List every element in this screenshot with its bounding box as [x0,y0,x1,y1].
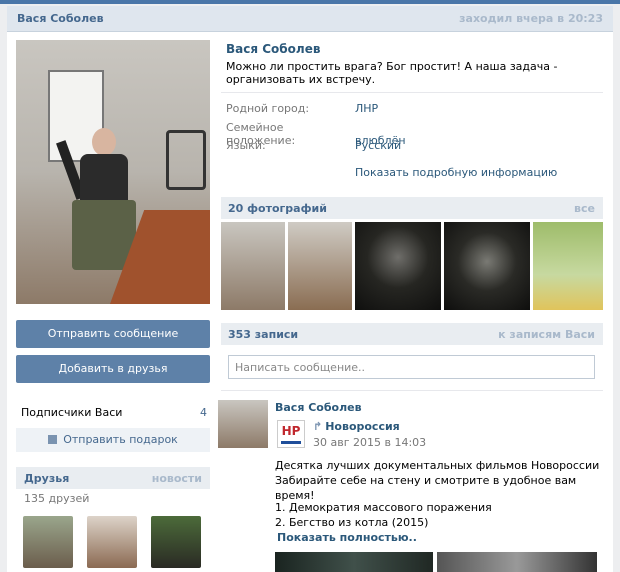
wall-owner-link[interactable]: к записям Васи [498,328,595,341]
post-author[interactable]: Вася Соболев [275,401,362,414]
show-more-info-link[interactable]: Показать подробную информацию [355,166,557,179]
post-text: Десятка лучших документальных фильмов Но… [275,458,600,503]
friend-avatar[interactable] [23,516,73,568]
last-seen: заходил вчера в 20:23 [459,12,603,25]
friend-avatar[interactable] [151,516,201,568]
send-gift-button[interactable]: Отправить подарок [16,428,210,452]
post-text-line: Забирайте себе на стену и смотрите в удо… [275,474,577,502]
divider [221,390,603,391]
friends-count: 135 друзей [24,492,90,505]
info-label: Родной город: [226,102,310,115]
followers-count: 4 [200,406,207,419]
wall-title[interactable]: 353 записи [228,328,298,341]
profile-name: Вася Соболев [226,42,321,56]
photo-thumbnail[interactable] [355,222,441,310]
photo-thumbnail[interactable] [444,222,530,310]
info-value[interactable]: ЛНР [355,102,378,115]
avatar-person [56,120,136,270]
friends-header: Друзья новости [16,467,210,489]
photos-header: 20 фотографий все [221,197,603,219]
friend-avatar[interactable] [87,516,137,568]
photos-all-link[interactable]: все [574,202,595,215]
photos-title[interactable]: 20 фотографий [228,202,327,215]
followers-label: Подписчики Васи [21,406,123,419]
info-value[interactable]: Русский [355,139,401,152]
post-text-line: Десятка лучших документальных фильмов Но… [275,459,600,472]
gift-icon [48,435,58,444]
repost-source-logo[interactable]: НР [277,420,305,448]
post-list-item: 1. Демократия массового поражения [275,501,492,514]
avatar-chair [166,130,206,190]
post-media-thumbnail[interactable] [437,552,597,572]
post-media-thumbnail[interactable] [275,552,433,572]
friends-news-link[interactable]: новости [152,472,202,485]
photo-thumbnail[interactable] [221,222,285,310]
header-name[interactable]: Вася Соболев [17,12,104,25]
friends-title[interactable]: Друзья [24,472,69,485]
repost-logo-text: НР [281,424,301,438]
add-friend-button[interactable]: Добавить в друзья [16,355,210,383]
followers-row[interactable]: Подписчики Васи 4 [21,406,207,419]
divider [221,92,603,93]
profile-avatar[interactable] [16,40,210,304]
post-list-item: 2. Бегство из котла (2015) [275,516,429,529]
post-list: 1. Демократия массового поражения 2. Бег… [275,500,492,530]
wall-header: 353 записи к записям Васи [221,323,603,345]
show-full-post-link[interactable]: Показать полностью.. [277,531,417,544]
post-author-avatar[interactable] [218,400,268,448]
repost-source[interactable]: ↱ Новороссия [313,420,400,433]
repost-source-name: Новороссия [325,420,400,433]
info-row-languages: Языки: Русский [226,139,401,152]
photo-thumbnail[interactable] [533,222,603,310]
top-bar [0,0,620,4]
info-row-hometown: Родной город: ЛНР [226,102,378,115]
profile-page: Отправить сообщение Добавить в друзья По… [7,32,613,572]
send-gift-label: Отправить подарок [63,433,178,446]
wall-compose-input[interactable]: Написать сообщение.. [228,355,595,379]
profile-status: Можно ли простить врага? Бог простит! А … [226,60,558,86]
info-label: Языки: [226,139,266,152]
repost-date[interactable]: 30 авг 2015 в 14:03 [313,436,426,449]
send-message-button[interactable]: Отправить сообщение [16,320,210,348]
repost-arrow-icon: ↱ [313,420,323,433]
photo-thumbnail[interactable] [288,222,352,310]
profile-header: Вася Соболев заходил вчера в 20:23 [7,6,613,32]
